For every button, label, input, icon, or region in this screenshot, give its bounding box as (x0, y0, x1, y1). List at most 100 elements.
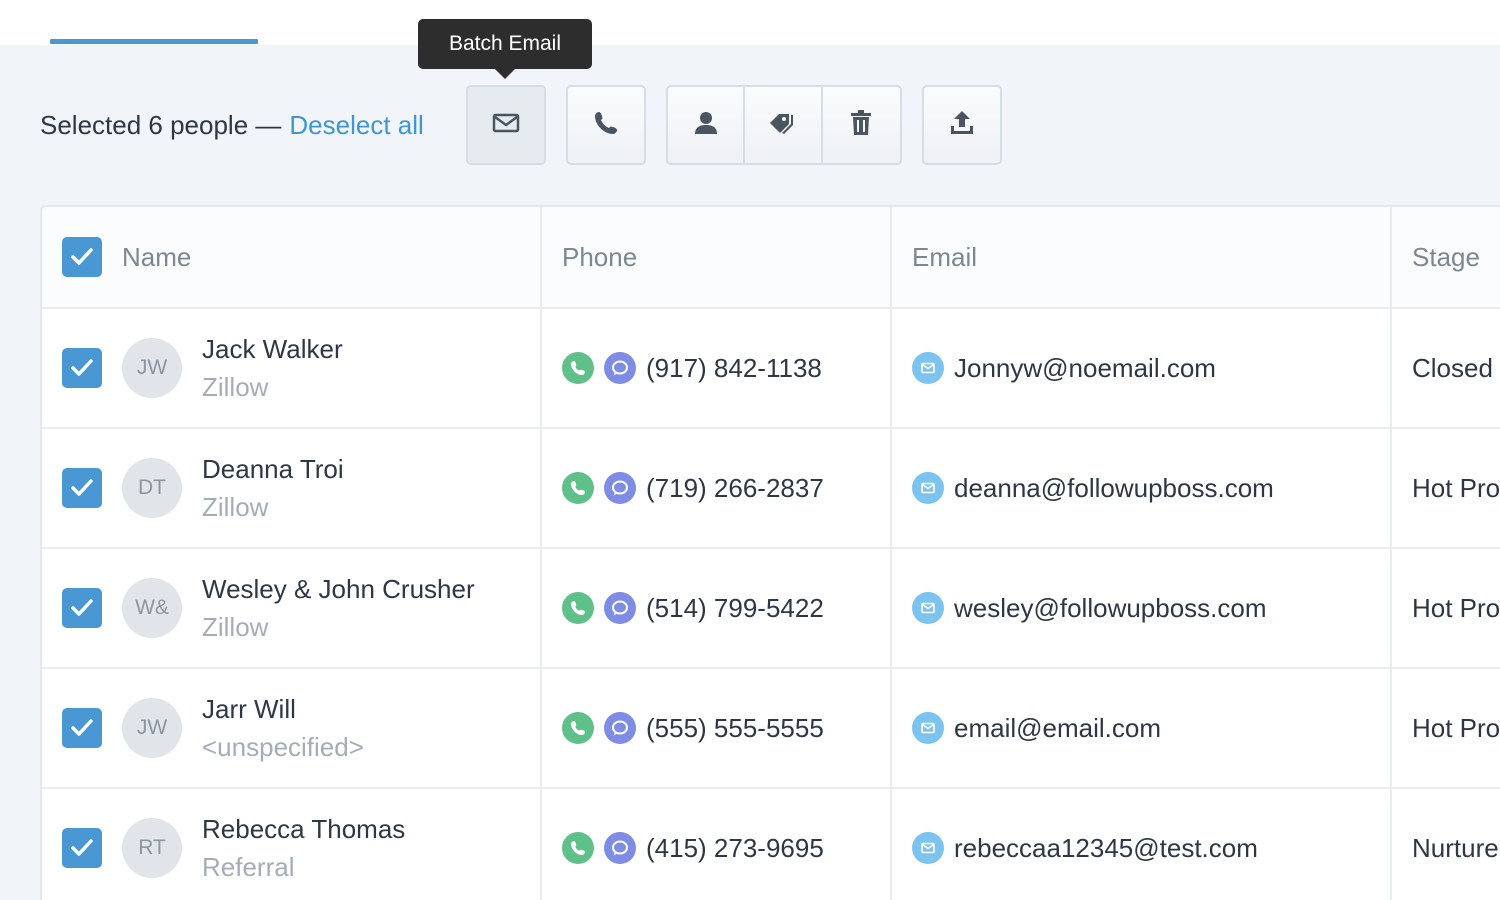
deselect-all-link[interactable]: Deselect all (289, 110, 423, 141)
header-stage-cell: Stage (1392, 207, 1500, 307)
checkmark-icon (71, 599, 93, 616)
delete-button[interactable] (823, 87, 900, 163)
column-header-email[interactable]: Email (912, 242, 977, 273)
email-address[interactable]: deanna@followupboss.com (954, 473, 1274, 504)
phone-number[interactable]: (719) 266-2837 (646, 473, 824, 504)
tag-button[interactable] (745, 87, 823, 163)
header-name-cell: Name (42, 207, 542, 307)
row-checkbox[interactable] (62, 708, 102, 748)
table-header-row: Name Phone Email Stage (42, 207, 1500, 309)
email-address[interactable]: rebeccaa12345@test.com (954, 833, 1258, 864)
person-name[interactable]: Rebecca Thomas (202, 810, 405, 848)
call-icon[interactable] (562, 352, 594, 384)
text-message-icon[interactable] (604, 592, 636, 624)
name-block: Jack Walker Zillow (202, 330, 343, 406)
phone-cell: (917) 842-1138 (542, 309, 892, 427)
email-icon[interactable] (912, 832, 944, 864)
person-name[interactable]: Deanna Troi (202, 450, 344, 488)
actions-button-group (666, 85, 902, 165)
email-icon[interactable] (912, 712, 944, 744)
table-row[interactable]: JW Jack Walker Zillow (917) 842-1138 Jon… (42, 309, 1500, 429)
avatar: JW (122, 698, 182, 758)
row-checkbox[interactable] (62, 468, 102, 508)
stage-cell: Hot Prospect (1392, 549, 1500, 667)
person-name[interactable]: Jack Walker (202, 330, 343, 368)
avatar: W& (122, 578, 182, 638)
email-cell: wesley@followupboss.com (892, 549, 1392, 667)
tag-icon (767, 107, 799, 144)
header-email-cell: Email (892, 207, 1392, 307)
stage-value[interactable]: Hot Prospect (1412, 713, 1500, 744)
name-block: Jarr Will <unspecified> (202, 690, 364, 766)
person-source: Referral (202, 852, 295, 882)
column-header-phone[interactable]: Phone (562, 242, 637, 273)
text-message-icon[interactable] (604, 712, 636, 744)
person-icon (690, 107, 722, 144)
stage-value[interactable]: Nurture (1412, 833, 1499, 864)
name-cell: W& Wesley & John Crusher Zillow (42, 549, 542, 667)
table-row[interactable]: JW Jarr Will <unspecified> (555) 555-555… (42, 669, 1500, 789)
checkmark-icon (71, 839, 93, 856)
text-message-icon[interactable] (604, 472, 636, 504)
row-checkbox[interactable] (62, 588, 102, 628)
checkmark-icon (71, 248, 93, 265)
export-button[interactable] (924, 87, 1000, 163)
person-name[interactable]: Wesley & John Crusher (202, 570, 475, 608)
stage-value[interactable]: Hot Prospect (1412, 473, 1500, 504)
row-checkbox[interactable] (62, 828, 102, 868)
person-name[interactable]: Jarr Will (202, 690, 364, 728)
avatar: JW (122, 338, 182, 398)
checkmark-icon (71, 359, 93, 376)
text-message-icon[interactable] (604, 832, 636, 864)
column-header-stage[interactable]: Stage (1412, 242, 1480, 273)
stage-value[interactable]: Closed (1412, 353, 1493, 384)
phone-cell: (514) 799-5422 (542, 549, 892, 667)
person-source: Zillow (202, 492, 269, 522)
call-icon[interactable] (562, 832, 594, 864)
phone-number[interactable]: (415) 273-9695 (646, 833, 824, 864)
column-header-name[interactable]: Name (122, 242, 191, 273)
stage-value[interactable]: Hot Prospect (1412, 593, 1500, 624)
selection-summary: Selected 6 people — Deselect all (40, 106, 424, 144)
text-message-icon[interactable] (604, 352, 636, 384)
name-block: Deanna Troi Zillow (202, 450, 344, 526)
email-icon[interactable] (912, 592, 944, 624)
email-address[interactable]: wesley@followupboss.com (954, 593, 1267, 624)
person-source: Zillow (202, 612, 269, 642)
person-source: Zillow (202, 372, 269, 402)
call-icon[interactable] (562, 472, 594, 504)
name-block: Wesley & John Crusher Zillow (202, 570, 475, 646)
tooltip-text: Batch Email (448, 32, 562, 55)
phone-icon (590, 107, 622, 144)
assign-agent-button[interactable] (668, 87, 746, 163)
top-nav-bar (0, 0, 1500, 45)
phone-cell: (719) 266-2837 (542, 429, 892, 547)
table-row[interactable]: DT Deanna Troi Zillow (719) 266-2837 dea… (42, 429, 1500, 549)
active-tab-indicator (50, 39, 258, 44)
name-cell: JW Jack Walker Zillow (42, 309, 542, 427)
table-row[interactable]: RT Rebecca Thomas Referral (415) 273-969… (42, 789, 1500, 900)
person-source: <unspecified> (202, 732, 364, 762)
checkmark-icon (71, 479, 93, 496)
email-icon[interactable] (912, 472, 944, 504)
phone-number[interactable]: (917) 842-1138 (646, 353, 822, 384)
email-address[interactable]: email@email.com (954, 713, 1161, 744)
call-icon[interactable] (562, 592, 594, 624)
email-cell: Jonnyw@noemail.com (892, 309, 1392, 427)
email-button-group (466, 85, 546, 165)
select-all-checkbox[interactable] (62, 237, 102, 277)
export-button-group (922, 85, 1002, 165)
call-icon[interactable] (562, 712, 594, 744)
phone-number[interactable]: (514) 799-5422 (646, 593, 824, 624)
phone-number[interactable]: (555) 555-5555 (646, 713, 824, 744)
selection-count-text: Selected 6 people — (40, 109, 282, 140)
batch-call-button[interactable] (568, 87, 644, 163)
email-cell: rebeccaa12345@test.com (892, 789, 1392, 900)
email-cell: email@email.com (892, 669, 1392, 787)
email-address[interactable]: Jonnyw@noemail.com (954, 353, 1216, 384)
email-icon[interactable] (912, 352, 944, 384)
table-row[interactable]: W& Wesley & John Crusher Zillow (514) 79… (42, 549, 1500, 669)
row-checkbox[interactable] (62, 348, 102, 388)
name-block: Rebecca Thomas Referral (202, 810, 405, 886)
batch-email-button[interactable] (468, 87, 544, 163)
